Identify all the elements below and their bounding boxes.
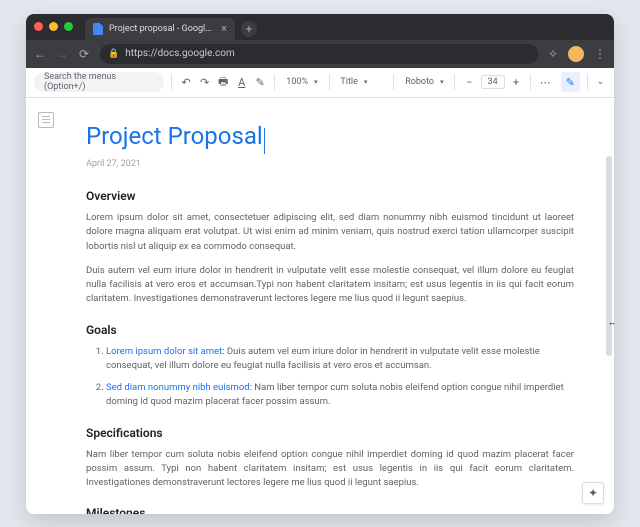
reload-icon[interactable]: ⟳: [78, 47, 90, 61]
separator: [454, 74, 455, 90]
more-tools-icon[interactable]: ⋯: [538, 73, 553, 91]
separator: [274, 74, 275, 90]
url-text: https://docs.google.com: [125, 48, 235, 59]
pencil-icon: ✎: [566, 76, 575, 89]
text-cursor: [264, 128, 265, 154]
address-bar-row: ← → ⟳ 🔒 https://docs.google.com ✧ ⋮: [26, 40, 614, 68]
print-icon[interactable]: 🖶: [216, 73, 231, 91]
separator: [393, 74, 394, 90]
list-item[interactable]: Lorem ipsum dolor sit amet: Duis autem v…: [106, 345, 574, 374]
window-controls: [34, 22, 73, 31]
undo-icon[interactable]: ↶: [179, 73, 194, 91]
browser-menu-icon[interactable]: ⋮: [594, 47, 606, 61]
font-size-input[interactable]: 34: [481, 75, 505, 89]
overview-paragraph-2[interactable]: Duis autem vel eum iriure dolor in hendr…: [86, 264, 574, 307]
outline-icon[interactable]: [38, 112, 54, 128]
increase-font-icon[interactable]: +: [509, 73, 524, 91]
specifications-paragraph[interactable]: Nam liber tempor cum soluta nobis eleife…: [86, 448, 574, 491]
document-area: Project Proposal April 27, 2021 Overview…: [26, 98, 614, 514]
address-bar[interactable]: 🔒 https://docs.google.com: [100, 44, 538, 64]
lock-icon: 🔒: [108, 49, 119, 59]
explore-button[interactable]: ✦: [582, 482, 604, 504]
mouse-pointer-icon: ↔: [608, 318, 614, 327]
tab-title: Project proposal - Google Do: [109, 24, 215, 34]
close-tab-icon[interactable]: ×: [221, 22, 227, 35]
maximize-window-button[interactable]: [64, 22, 73, 31]
explore-icon: ✦: [588, 486, 598, 500]
profile-avatar[interactable]: [568, 46, 584, 62]
collapse-toolbar-icon[interactable]: ⌄: [595, 77, 606, 87]
heading-goals[interactable]: Goals: [86, 321, 574, 339]
browser-chrome: Project proposal - Google Do × + ← → ⟳ 🔒…: [26, 14, 614, 68]
decrease-font-icon[interactable]: −: [462, 73, 477, 91]
heading-milestones[interactable]: Milestones: [86, 504, 574, 513]
minimize-window-button[interactable]: [49, 22, 58, 31]
spellcheck-icon[interactable]: A: [234, 73, 249, 91]
heading-specifications[interactable]: Specifications: [86, 424, 574, 442]
tab-strip: Project proposal - Google Do × +: [26, 14, 614, 40]
font-dropdown[interactable]: Roboto: [401, 77, 447, 87]
outline-gutter: [26, 98, 66, 514]
goal-lead: Sed diam nonummy nibh euismod:: [106, 382, 252, 393]
goal-lead: Lorem ipsum dolor sit amet:: [106, 346, 225, 357]
menu-search[interactable]: Search the menus (Option+/): [34, 72, 164, 92]
overview-paragraph-1[interactable]: Lorem ipsum dolor sit amet, consectetuer…: [86, 211, 574, 254]
new-tab-button[interactable]: +: [241, 21, 257, 37]
heading-overview[interactable]: Overview: [86, 187, 574, 205]
paragraph-style-dropdown[interactable]: Title: [336, 77, 386, 87]
document-title[interactable]: Project Proposal: [86, 118, 265, 154]
separator: [587, 74, 588, 90]
document-page[interactable]: Project Proposal April 27, 2021 Overview…: [66, 98, 614, 514]
extensions-icon[interactable]: ✧: [548, 47, 558, 61]
goals-list[interactable]: Lorem ipsum dolor sit amet: Duis autem v…: [86, 345, 574, 410]
menu-search-placeholder: Search the menus (Option+/): [44, 72, 154, 92]
separator: [171, 74, 172, 90]
separator: [329, 74, 330, 90]
forward-icon[interactable]: →: [56, 47, 68, 61]
zoom-dropdown[interactable]: 100%: [282, 77, 321, 87]
separator: [530, 74, 531, 90]
document-date: April 27, 2021: [86, 158, 574, 172]
close-window-button[interactable]: [34, 22, 43, 31]
docs-favicon-icon: [93, 23, 103, 35]
back-icon[interactable]: ←: [34, 47, 46, 61]
list-item[interactable]: Sed diam nonummy nibh euismod: Nam liber…: [106, 381, 574, 410]
docs-toolbar: Search the menus (Option+/) ↶ ↷ 🖶 A ✎ 10…: [26, 68, 614, 98]
browser-tab[interactable]: Project proposal - Google Do ×: [85, 18, 235, 40]
redo-icon[interactable]: ↷: [197, 73, 212, 91]
editing-mode-button[interactable]: ✎: [561, 72, 580, 92]
paint-format-icon[interactable]: ✎: [253, 73, 268, 91]
browser-window: Project proposal - Google Do × + ← → ⟳ 🔒…: [26, 14, 614, 514]
